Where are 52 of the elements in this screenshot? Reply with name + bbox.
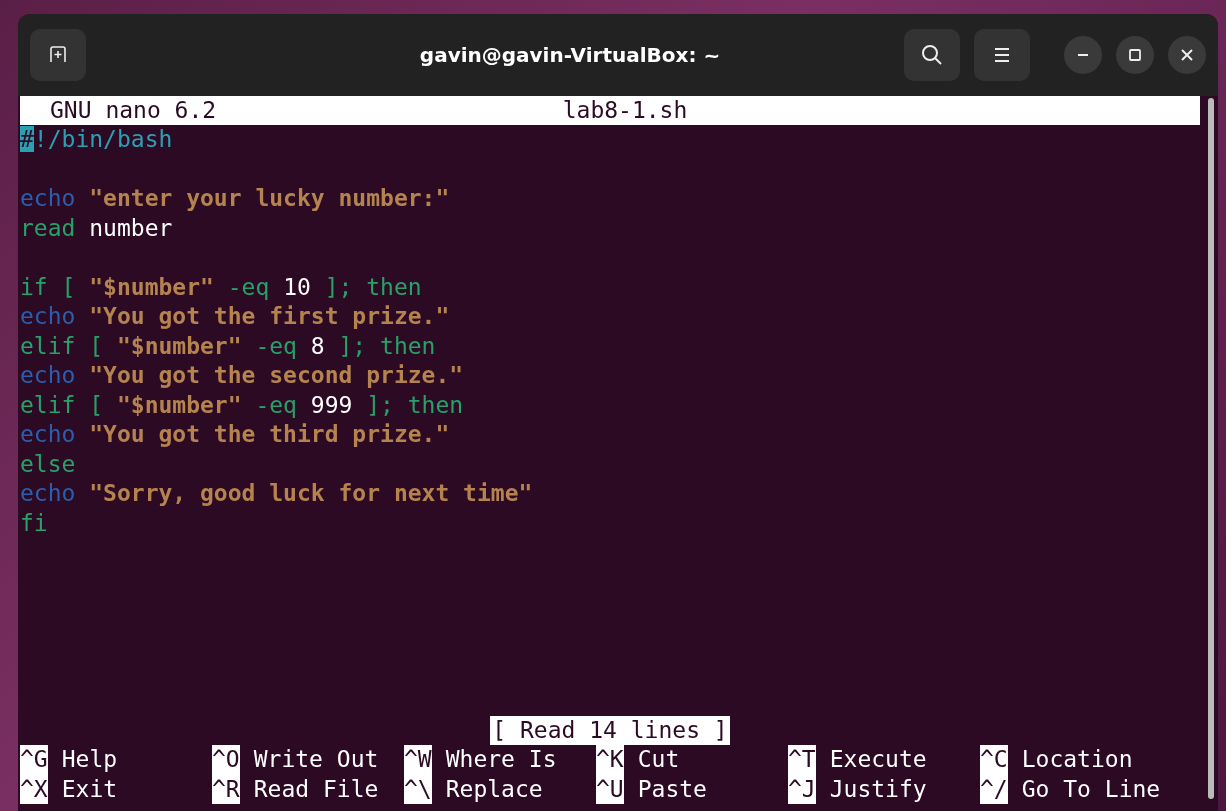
code-line: fi xyxy=(20,508,49,538)
search-icon xyxy=(921,44,943,66)
scrollbar-thumb[interactable] xyxy=(1208,98,1214,799)
code-line: echo "You got the first prize." xyxy=(20,302,451,331)
shortcut-label: Write Out xyxy=(253,745,379,774)
code-line: echo "You got the second prize." xyxy=(20,361,465,390)
shortcut-label: Replace xyxy=(445,774,543,804)
shortcut-label: Paste xyxy=(637,774,707,804)
shortcut-key: ^W xyxy=(404,745,432,775)
shortcut-key: ^/ xyxy=(980,774,1008,804)
code-line: if [ "$number" -eq 10 ]; then xyxy=(20,272,423,302)
code-line: else xyxy=(20,449,77,479)
new-tab-button[interactable] xyxy=(30,29,86,81)
maximize-button[interactable] xyxy=(1116,36,1154,74)
minimize-icon xyxy=(1077,53,1089,57)
shortcut-key: ^C xyxy=(980,745,1008,775)
shortcut-label: Where Is xyxy=(445,745,557,774)
search-button[interactable] xyxy=(904,29,960,81)
shortcut-label: Read File xyxy=(253,774,379,804)
shortcut-label: Execute xyxy=(829,745,927,774)
shortcut-key: ^K xyxy=(596,745,624,775)
shortcut-key: ^G xyxy=(20,745,48,775)
code-line: #!/bin/bash xyxy=(20,125,174,154)
shortcut-key: ^R xyxy=(212,774,240,804)
app-version: GNU nano 6.2 xyxy=(50,96,218,125)
shortcut-key: ^T xyxy=(788,745,816,775)
code-line: echo "You got the third prize." xyxy=(20,420,451,449)
maximize-icon xyxy=(1129,49,1141,61)
close-button[interactable] xyxy=(1168,36,1206,74)
shortcut-label: Go To Line xyxy=(1021,774,1161,804)
shortcut-label: Location xyxy=(1021,745,1133,774)
close-icon xyxy=(1181,49,1193,61)
shortcut-key: ^J xyxy=(788,774,816,804)
code-line: echo "Sorry, good luck for next time" xyxy=(20,479,534,508)
file-name: lab8-1.sh xyxy=(562,96,688,125)
new-tab-icon xyxy=(49,46,67,64)
code-line: elif [ "$number" -eq 999 ]; then xyxy=(20,390,465,420)
code-line: echo "enter your lucky number:" xyxy=(20,184,451,213)
shortcut-key: ^O xyxy=(212,745,240,775)
shortcut-label: Cut xyxy=(637,745,680,774)
shortcut-label: Justify xyxy=(829,774,927,804)
status-message: [ Read 14 lines ] xyxy=(490,715,730,745)
code-line: elif [ "$number" -eq 8 ]; then xyxy=(20,331,437,361)
menu-button[interactable] xyxy=(974,29,1030,81)
shortcut-key: ^X xyxy=(20,774,48,804)
shortcut-label: Help xyxy=(61,745,118,774)
window-title: gavin@gavin-VirtualBox: ~ xyxy=(418,43,722,67)
shortcut-key: ^\ xyxy=(404,774,432,804)
shortcut-key: ^U xyxy=(596,774,624,804)
shortcut-label: Exit xyxy=(61,774,118,804)
code-line: read number xyxy=(20,213,174,243)
menu-icon xyxy=(993,47,1011,63)
